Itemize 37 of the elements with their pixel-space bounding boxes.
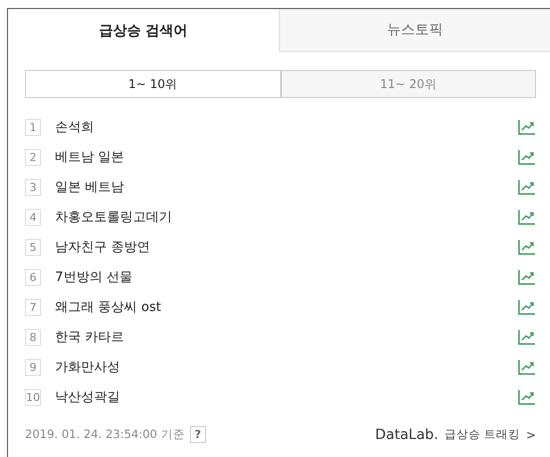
keyword-link[interactable]: 차홍오토롤링고데기 bbox=[55, 208, 518, 226]
keyword-link[interactable]: 베트남 일본 bbox=[55, 148, 518, 166]
trend-chart-icon[interactable] bbox=[518, 239, 536, 255]
trend-chart-icon[interactable] bbox=[518, 299, 536, 315]
rank-number: 4 bbox=[25, 208, 41, 226]
trend-chart-icon[interactable] bbox=[518, 119, 536, 135]
datalab-logo: DataLab. bbox=[375, 426, 438, 442]
rank-number: 2 bbox=[25, 148, 41, 166]
rank-number: 10 bbox=[25, 388, 41, 406]
trend-chart-icon[interactable] bbox=[518, 269, 536, 285]
trend-chart-icon[interactable] bbox=[518, 209, 536, 225]
trend-chart-icon[interactable] bbox=[518, 329, 536, 345]
keyword-link[interactable]: 손석희 bbox=[55, 118, 518, 136]
trend-chart-icon[interactable] bbox=[518, 359, 536, 375]
update-time: 2019. 01. 24. 23:54:00 기준 bbox=[25, 427, 185, 442]
keyword-link[interactable]: 왜그래 풍상씨 ost bbox=[55, 298, 518, 316]
rank-number: 7 bbox=[25, 298, 41, 316]
range-tab[interactable]: 1~ 10위 bbox=[25, 70, 280, 98]
trend-chart-icon[interactable] bbox=[518, 179, 536, 195]
trend-chart-icon[interactable] bbox=[518, 149, 536, 165]
tracking-link[interactable]: 급상승 트래킹 bbox=[444, 427, 520, 442]
keyword-link[interactable]: 남자친구 종방연 bbox=[55, 238, 518, 256]
rank-number: 9 bbox=[25, 358, 41, 376]
keyword-link[interactable]: 한국 카타르 bbox=[55, 328, 518, 346]
rank-number: 5 bbox=[25, 238, 41, 256]
tab[interactable]: 뉴스토픽 bbox=[278, 9, 550, 52]
rank-number: 1 bbox=[25, 118, 41, 136]
rank-number: 8 bbox=[25, 328, 41, 346]
rank-number: 3 bbox=[25, 178, 41, 196]
rank-number: 6 bbox=[25, 268, 41, 286]
help-button[interactable]: ? bbox=[190, 426, 206, 443]
chevron-icon[interactable]: > bbox=[526, 428, 536, 442]
keyword-link[interactable]: 가화만사성 bbox=[55, 358, 518, 376]
keyword-link[interactable]: 일본 베트남 bbox=[55, 178, 518, 196]
keyword-link[interactable]: 7번방의 선물 bbox=[55, 268, 518, 286]
keyword-link[interactable]: 낙산성곽길 bbox=[55, 388, 518, 406]
trend-chart-icon[interactable] bbox=[518, 389, 536, 405]
